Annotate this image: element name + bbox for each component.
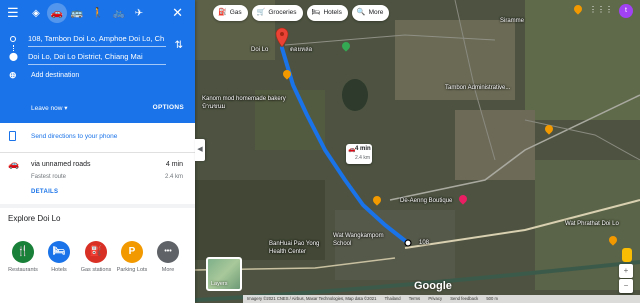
- transit-mode-icon[interactable]: 🚌: [69, 5, 85, 21]
- route-dots: [12, 45, 14, 51]
- avatar[interactable]: t: [619, 4, 633, 18]
- map-label-wat-wangkampom: Wat Wangkampom School: [333, 233, 384, 247]
- map-label-wat-phrathat: Wat Phrathat Doi Lo: [565, 221, 619, 227]
- bed-icon: 🛏: [311, 9, 321, 16]
- explore-label: More: [161, 267, 175, 273]
- chip-label: Groceries: [268, 9, 297, 16]
- travel-mode-bar: ☰ ◈ 🚗 🚌 🚶 🚲 ✈ ✕: [0, 3, 195, 23]
- map-label-108: 108: [419, 240, 430, 246]
- origin-marker: [404, 239, 412, 247]
- scale-bar: 500 m: [486, 296, 498, 301]
- options-button[interactable]: OPTIONS: [153, 104, 184, 111]
- map-label-tambon: Tambon Administrative...: [445, 85, 511, 91]
- best-route-icon[interactable]: ◈: [28, 5, 44, 21]
- explore-title: Explore Doi Lo: [8, 214, 61, 223]
- drive-mode-icon[interactable]: 🚗: [47, 3, 67, 23]
- collapse-panel-button[interactable]: ◀: [195, 139, 205, 161]
- directions-panel: ☰ ◈ 🚗 🚌 🚶 🚲 ✈ ✕ ⬤ 108, Tambon Doi Lo, Am…: [0, 0, 195, 303]
- explore-gas-stations[interactable]: ⛽ Gas stations: [77, 241, 115, 273]
- map-label-doi-lo-thai: ดอยหล่อ: [290, 47, 313, 53]
- route-distance: 2.4 km: [164, 174, 183, 180]
- app: ☰ ◈ 🚗 🚌 🚶 🚲 ✈ ✕ ⬤ 108, Tambon Doi Lo, Am…: [0, 0, 640, 303]
- send-feedback-link[interactable]: Send feedback: [450, 296, 478, 301]
- tooltip-distance: 2.4 km: [355, 155, 371, 161]
- map-label-banhuai: BanHuai Pao Yong Health Center: [269, 241, 320, 255]
- attribution-text: Imagery ©2021 CNES / Airbus, Maxar Techn…: [247, 296, 377, 301]
- chip-more[interactable]: 🔍 More: [351, 5, 390, 21]
- explore-more[interactable]: ••• More: [149, 241, 187, 273]
- cart-icon: 🛒: [256, 9, 266, 16]
- add-destination-button[interactable]: Add destination: [31, 72, 79, 79]
- terms-link[interactable]: Terms: [409, 296, 420, 301]
- menu-icon[interactable]: ☰: [7, 6, 19, 20]
- destination-field[interactable]: Doi Lo, Doi Lo District, Chiang Mai: [28, 49, 166, 65]
- layers-label: Layers: [211, 281, 228, 287]
- gas-station-icon: ⛽: [85, 241, 107, 263]
- destination-pin-icon: ⬤: [9, 52, 18, 61]
- parking-icon: P: [121, 241, 143, 263]
- explore-label: Restaurants: [8, 267, 38, 273]
- map-label-kanom-bakery: Kanom mod homemade bakery บ้านขนม: [202, 96, 286, 110]
- explore-hotels[interactable]: 🛏 Hotels: [40, 241, 78, 273]
- pegman-icon[interactable]: [622, 248, 632, 262]
- route-tooltip[interactable]: 🚗 4 min 2.4 km: [346, 144, 372, 164]
- zoom-out-button[interactable]: −: [619, 279, 633, 293]
- route-option[interactable]: 🚗 via unnamed roads 4 min Fastest route …: [0, 155, 195, 200]
- chip-gas[interactable]: ⛽ Gas: [213, 5, 248, 21]
- send-directions-link[interactable]: Send directions to your phone: [31, 133, 117, 140]
- privacy-link[interactable]: Privacy: [428, 296, 442, 301]
- zoom-in-button[interactable]: +: [619, 264, 633, 278]
- explore-label: Gas stations: [80, 267, 112, 273]
- origin-field[interactable]: 108, Tambon Doi Lo, Amphoe Doi Lo, Ch: [28, 31, 166, 47]
- route-subtitle: Fastest route: [31, 174, 67, 180]
- chip-hotels[interactable]: 🛏 Hotels: [306, 5, 348, 21]
- explore-row: 🍴 Restaurants 🛏 Hotels ⛽ Gas stations P …: [0, 241, 195, 281]
- explore-label: Parking Lots: [116, 267, 148, 273]
- chip-label: Gas: [229, 9, 242, 16]
- tooltip-time: 4 min: [355, 146, 371, 152]
- region-text: Thailand: [384, 296, 401, 301]
- map-label-doi-lo: Doi Lo: [251, 47, 269, 53]
- hotel-icon: 🛏: [48, 241, 70, 263]
- map-canvas[interactable]: Doi Lo ดอยหล่อ Kanom mod homemade bakery…: [195, 0, 640, 303]
- explore-restaurants[interactable]: 🍴 Restaurants: [4, 241, 42, 273]
- route-via: via unnamed roads: [31, 161, 91, 168]
- map-label-siramme: Siramme: [500, 18, 525, 24]
- explore-label: Hotels: [51, 267, 67, 273]
- walk-mode-icon[interactable]: 🚶: [90, 5, 106, 21]
- chip-label: Hotels: [323, 9, 342, 16]
- google-logo: Google: [414, 280, 452, 292]
- satellite-imagery: [195, 0, 640, 303]
- apps-grid-icon[interactable]: ⋮⋮⋮: [589, 5, 613, 14]
- section-separator: [0, 204, 195, 208]
- phone-icon: [9, 131, 16, 141]
- directions-header: ☰ ◈ 🚗 🚌 🚶 🚲 ✈ ✕ ⬤ 108, Tambon Doi Lo, Am…: [0, 0, 195, 123]
- route-time: 4 min: [165, 161, 183, 168]
- send-directions-row[interactable]: Send directions to your phone: [0, 126, 195, 148]
- gas-icon: ⛽: [218, 9, 227, 16]
- divider: [0, 152, 195, 153]
- close-icon[interactable]: ✕: [172, 6, 183, 20]
- search-icon: 🔍: [356, 9, 366, 16]
- explore-parking-lots[interactable]: P Parking Lots: [113, 241, 151, 273]
- layers-button[interactable]: Layers: [206, 257, 242, 291]
- more-icon: •••: [157, 241, 179, 263]
- leave-now-dropdown[interactable]: Leave now ▾: [31, 104, 68, 112]
- map-label-de-aenng: De-Aenng Boutique: [400, 198, 453, 204]
- swap-icon[interactable]: ⇅: [175, 40, 183, 51]
- flight-mode-icon[interactable]: ✈: [131, 5, 147, 21]
- origin-dot-icon: [10, 36, 16, 42]
- details-button[interactable]: DETAILS: [31, 189, 58, 195]
- car-icon: 🚗: [8, 159, 20, 169]
- restaurant-icon: 🍴: [12, 241, 34, 263]
- chip-label: More: [368, 9, 384, 16]
- attribution-bar: Imagery ©2021 CNES / Airbus, Maxar Techn…: [243, 295, 640, 303]
- category-chips: ⛽ Gas 🛒 Groceries 🛏 Hotels 🔍 More: [213, 5, 390, 21]
- chip-groceries[interactable]: 🛒 Groceries: [251, 5, 303, 21]
- add-icon[interactable]: ⊕: [9, 70, 17, 81]
- cycle-mode-icon[interactable]: 🚲: [111, 5, 127, 21]
